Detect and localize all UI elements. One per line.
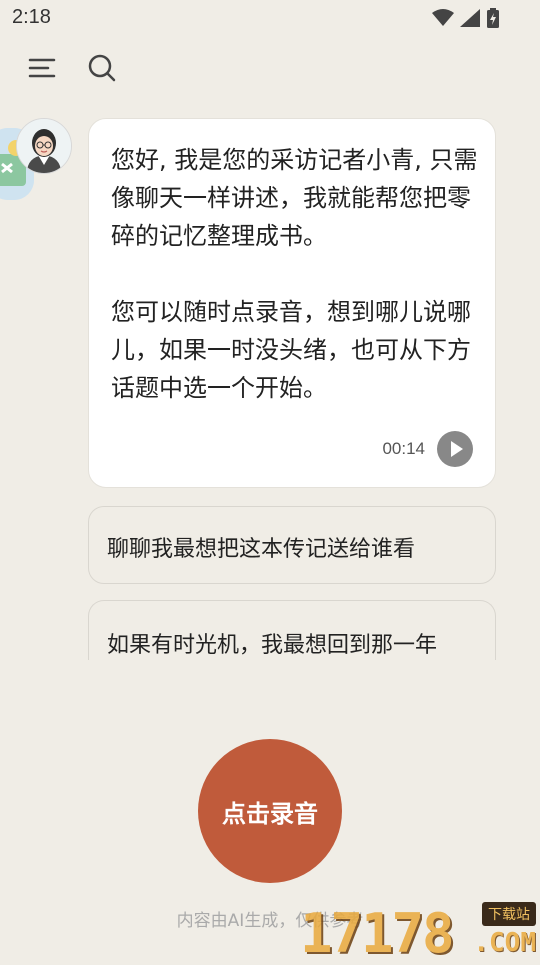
battery-charging-icon xyxy=(487,8,499,28)
record-button[interactable]: 点击录音 xyxy=(198,739,342,883)
message-text: 您好, 我是您的采访记者小青, 只需像聊天一样讲述，我就能帮您把零碎的记忆整理成… xyxy=(111,141,481,407)
reporter-message-bubble: 您好, 我是您的采访记者小青, 只需像聊天一样讲述，我就能帮您把零碎的记忆整理成… xyxy=(88,118,496,488)
status-time: 2:18 xyxy=(12,6,51,28)
suggestion-label: 如果有时光机，我最想回到那一年 xyxy=(107,633,438,658)
suggestion-topic[interactable]: 如果有时光机，我最想回到那一年 xyxy=(88,600,496,660)
cellular-signal-icon xyxy=(460,9,480,27)
watermark-domain: .COM xyxy=(473,928,536,958)
suggestion-topic[interactable]: 聊聊我最想把这本传记送给谁看 xyxy=(88,506,496,584)
watermark-number: 17178 xyxy=(300,902,455,965)
site-watermark: 17178 下载站 .COM xyxy=(300,898,536,965)
message-paragraph: 您可以随时点录音，想到哪儿说哪儿，如果一时没头绪，也可从下方话题中选一个开始。 xyxy=(111,298,471,402)
play-audio-button[interactable] xyxy=(437,431,473,467)
message-paragraph: 您好, 我是您的采访记者小青, 只需像聊天一样讲述，我就能帮您把零碎的记忆整理成… xyxy=(111,146,478,250)
search-icon[interactable] xyxy=(86,52,118,84)
menu-icon[interactable] xyxy=(26,52,58,84)
status-bar: 2:18 xyxy=(0,0,540,36)
audio-duration: 00:14 xyxy=(382,439,425,458)
watermark-tag: 下载站 xyxy=(482,902,536,926)
status-icons xyxy=(432,8,500,28)
reporter-avatar xyxy=(16,118,72,174)
suggestion-label: 聊聊我最想把这本传记送给谁看 xyxy=(107,537,416,562)
wifi-icon xyxy=(432,9,454,26)
